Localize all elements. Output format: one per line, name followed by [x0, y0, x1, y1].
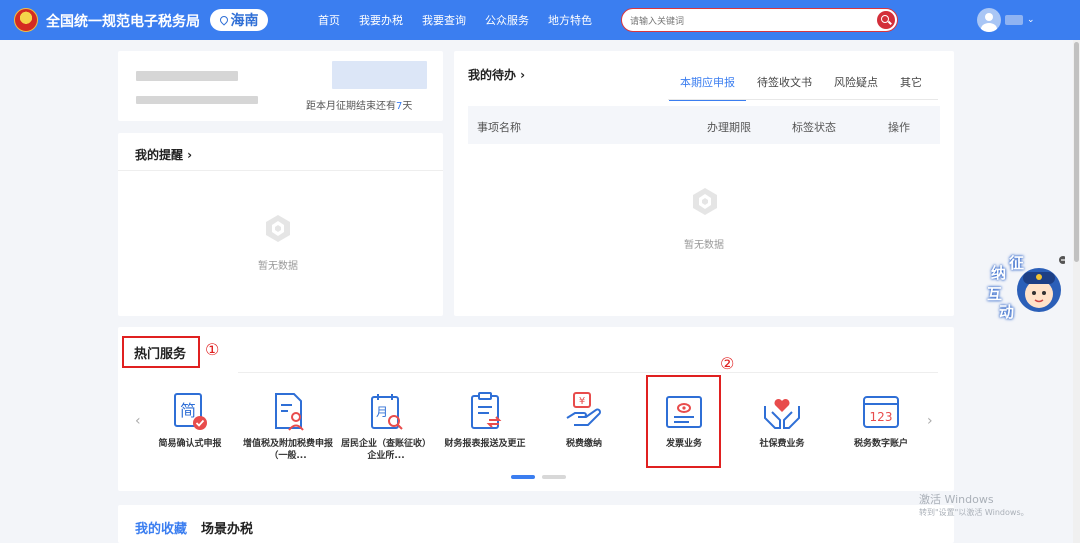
reminders-divider: [118, 170, 443, 171]
tab-my-favorites[interactable]: 我的收藏: [135, 518, 187, 537]
account-card: 距本月征期结束还有7天: [118, 51, 443, 121]
service-label: 简易确认式申报: [158, 439, 222, 449]
tax-emblem-logo: [14, 8, 38, 32]
service-label: 财务报表报送及更正: [444, 439, 526, 449]
empty-box-icon: [693, 188, 717, 215]
carousel-next-arrow[interactable]: ›: [927, 413, 933, 429]
windows-activation-watermark: 激活 Windows: [919, 493, 994, 506]
col-deadline: 办理期限: [707, 121, 751, 134]
simple-declare-icon: 简: [174, 393, 207, 430]
tab-risk-doubts[interactable]: 风险疑点: [823, 66, 889, 101]
site-title[interactable]: 全国统一规范电子税务局: [46, 11, 200, 31]
region-label: 海南: [230, 13, 259, 29]
tab-pending-documents[interactable]: 待签收文书: [746, 66, 823, 101]
service-label: 增值税及附加税费申报（一般...: [243, 439, 334, 461]
carousel-prev-arrow[interactable]: ‹: [135, 413, 141, 429]
windows-activation-subtext: 转到"设置"以激活 Windows。: [919, 508, 1029, 517]
financial-report-icon: [471, 392, 502, 429]
todo-title[interactable]: 我的待办 ›: [468, 66, 525, 83]
tab-scenario-tax[interactable]: 场景办税: [201, 518, 253, 537]
vat-declare-icon: [275, 393, 304, 431]
user-menu[interactable]: ⌄: [977, 8, 1035, 32]
social-security-icon: [764, 398, 800, 429]
empty-box-icon: [266, 215, 290, 242]
service-label: 社保费业务: [759, 439, 805, 449]
main-nav: 首页 我要办税 我要查询 公众服务 地方特色: [318, 12, 611, 28]
service-label: 税务数字账户: [853, 439, 908, 449]
reminders-title[interactable]: 我的提醒 ›: [135, 146, 192, 163]
col-item-name: 事项名称: [477, 121, 521, 134]
hot-services-divider: [238, 372, 938, 373]
location-pin-icon: [217, 14, 230, 26]
search-input[interactable]: [630, 12, 870, 32]
todo-table-header: 事项名称 办理期限 标签状态 操作: [468, 106, 940, 144]
interaction-mascot[interactable]: 征 纳 互 动: [985, 250, 1067, 322]
search-box: [621, 8, 898, 32]
service-digital-account[interactable]: 123 税务数字账户: [836, 392, 926, 450]
nav-query[interactable]: 我要查询: [422, 12, 466, 28]
scrollbar-thumb[interactable]: [1074, 42, 1079, 262]
annotation-box-2: [646, 375, 721, 468]
nav-do-tax[interactable]: 我要办税: [359, 12, 403, 28]
col-tag-status: 标签状态: [792, 121, 836, 134]
service-label: 居民企业（查账征收）企业所...: [341, 439, 432, 461]
tabs-underline: [668, 99, 938, 100]
tab-other[interactable]: 其它: [889, 66, 933, 101]
avatar[interactable]: [977, 8, 1001, 32]
company-name-redacted: [136, 71, 238, 81]
top-header: 全国统一规范电子税务局 海南 首页 我要办税 我要查询 公众服务 地方特色 ⌄: [0, 0, 1080, 40]
service-social-security[interactable]: 社保费业务: [737, 392, 827, 450]
region-selector[interactable]: 海南: [210, 9, 268, 31]
service-vat-declare[interactable]: 增值税及附加税费申报（一般...: [243, 392, 333, 462]
col-action: 操作: [888, 121, 910, 134]
mascot-char-zheng: 征: [1009, 254, 1025, 272]
svg-text:¥: ¥: [579, 396, 585, 407]
todo-tabs: 本期应申报 待签收文书 风险疑点 其它: [669, 66, 933, 101]
mascot-char-na: 纳: [991, 264, 1007, 282]
service-label: 税费缴纳: [565, 439, 602, 449]
carousel-dot[interactable]: [542, 475, 566, 479]
carousel-dot-active[interactable]: [511, 475, 535, 479]
annotation-box-1: [122, 336, 200, 368]
svg-text:简: 简: [180, 401, 196, 420]
tax-payment-icon: ¥: [566, 392, 601, 426]
tab-current-declare[interactable]: 本期应申报: [669, 66, 746, 101]
service-simple-declare[interactable]: 简 简易确认式申报: [145, 392, 235, 450]
service-tax-payment[interactable]: ¥ 税费缴纳: [539, 392, 629, 450]
annotation-marker-2: ②: [720, 354, 735, 373]
mascot-char-dong: 动: [999, 303, 1015, 321]
nav-home[interactable]: 首页: [318, 12, 340, 28]
service-financial-report[interactable]: 财务报表报送及更正: [440, 392, 530, 450]
svg-text:123: 123: [870, 410, 893, 424]
chevron-down-icon[interactable]: ⌄: [1027, 15, 1035, 25]
digital-account-icon: 123: [863, 396, 899, 428]
reminders-empty-text: 暂无数据: [258, 261, 298, 272]
deadline-text: 距本月征期结束还有7天: [306, 101, 413, 112]
reminders-card: 我的提醒 › 暂无数据: [118, 133, 443, 316]
svg-text:月: 月: [376, 405, 388, 419]
nav-local-feature[interactable]: 地方特色: [548, 12, 592, 28]
favorites-tabs: 我的收藏 场景办税: [135, 518, 253, 537]
service-enterprise-income[interactable]: 月 居民企业（查账征收）企业所...: [341, 392, 431, 462]
page-scrollbar[interactable]: [1073, 40, 1080, 543]
nav-public-service[interactable]: 公众服务: [485, 12, 529, 28]
annotation-marker-1: ①: [205, 340, 220, 359]
user-name-redacted: [1005, 15, 1023, 25]
search-icon[interactable]: [877, 11, 895, 29]
enterprise-income-icon: 月: [371, 394, 403, 430]
tax-id-redacted: [136, 96, 258, 104]
user-role-redacted: [332, 61, 427, 89]
todo-empty-text: 暂无数据: [684, 240, 724, 251]
